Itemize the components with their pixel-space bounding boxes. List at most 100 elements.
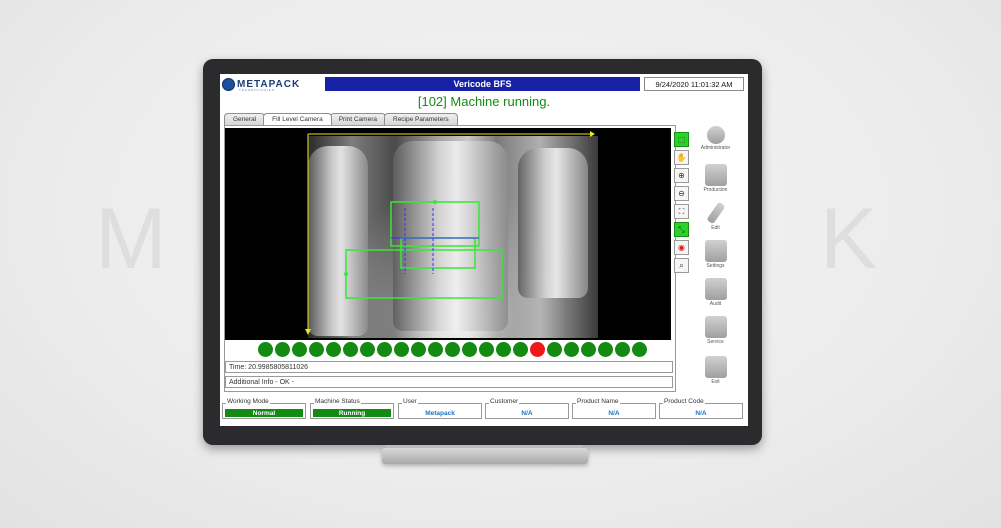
target-button[interactable]: ◉ — [674, 240, 689, 255]
app-title: Vericode BFS — [325, 77, 640, 91]
roi-box-bottom — [345, 249, 503, 299]
indicator-dot-ok — [411, 342, 426, 357]
handle-left — [344, 272, 348, 276]
indicator-dot-ok — [513, 342, 528, 357]
product-code-field: Product Code N/A — [659, 398, 743, 419]
machine-status-message: [102] Machine running. — [417, 94, 551, 109]
logo-mark-icon — [222, 77, 235, 91]
sidebar-item-edit[interactable]: Edit — [688, 201, 743, 231]
machine-status-value: Running — [313, 409, 391, 417]
datetime: 9/24/2020 11:01:32 AM — [644, 77, 744, 91]
indicator-dot-ok — [479, 342, 494, 357]
indicator-dot-ok — [394, 342, 409, 357]
indicator-dot-ok — [258, 342, 273, 357]
indicator-dot-ok — [462, 342, 477, 357]
user-value: Metapack — [425, 409, 455, 417]
machine-status-field: Machine Status Running — [310, 398, 394, 419]
indicator-dot-fail — [530, 342, 545, 357]
product-name-value: N/A — [608, 409, 620, 417]
working-mode-value: Normal — [225, 409, 303, 417]
indicator-dot-ok — [445, 342, 460, 357]
sidebar-label: Audit — [709, 301, 722, 307]
customer-value: N/A — [521, 409, 533, 417]
camera-view[interactable] — [225, 128, 671, 340]
audit-icon — [704, 278, 727, 300]
indicator-dot-ok — [377, 342, 392, 357]
sidebar-label: Production — [703, 187, 728, 193]
exit-icon — [704, 356, 727, 378]
working-mode-field: Working Mode Normal — [222, 398, 306, 419]
target-icon: ◉ — [678, 243, 685, 252]
sidebar-item-administrator[interactable]: Administrator — [688, 126, 743, 151]
production-icon — [704, 164, 727, 186]
y-axis-arrow — [305, 329, 311, 335]
zoom-in-button[interactable]: ⊕ — [674, 168, 689, 183]
sidebar-item-service[interactable]: Service — [688, 316, 743, 345]
indicator-dot-ok — [547, 342, 562, 357]
tab-fill-level-camera[interactable]: Fill Level Camera — [263, 113, 332, 125]
inspection-overlay — [305, 131, 595, 335]
product-code-value: N/A — [695, 409, 707, 417]
indicator-dot-ok — [292, 342, 307, 357]
customer-label: Customer — [489, 398, 520, 405]
sidebar-label: Edit — [711, 225, 720, 231]
zoom-in-icon: ⊕ — [678, 171, 685, 180]
zoom-out-icon: ⊖ — [678, 189, 685, 198]
settings-icon — [704, 240, 727, 262]
time-field: Time: 20.9985805811026 — [225, 361, 673, 373]
zoom-reset-button[interactable]: ⌕ — [674, 258, 689, 273]
indicator-dot-ok — [615, 342, 630, 357]
monitor-base — [382, 448, 588, 464]
working-mode-label: Working Mode — [226, 398, 270, 405]
tab-general[interactable]: General — [224, 113, 266, 125]
hand-icon: ✋ — [676, 153, 687, 162]
user-field: User Metapack — [398, 398, 482, 419]
indicator-dot-ok — [496, 342, 511, 357]
indicator-dot-ok — [309, 342, 324, 357]
indicator-dot-ok — [632, 342, 647, 357]
user-label: User — [402, 398, 418, 405]
zoom-reset-icon: ⌕ — [679, 260, 684, 270]
sidebar-item-settings[interactable]: Settings — [688, 240, 743, 269]
fit-button[interactable]: ⛶ — [674, 204, 689, 219]
pencil-icon — [705, 201, 726, 225]
tab-recipe-parameters[interactable]: Recipe Parameters — [384, 113, 458, 125]
sidebar-label: Exit — [711, 379, 720, 385]
indicator-dot-ok — [275, 342, 290, 357]
sidebar-item-exit[interactable]: Exit — [688, 356, 743, 385]
customer-field: Customer N/A — [485, 398, 569, 419]
machine-status-label: Machine Status — [314, 398, 361, 405]
sidebar-label: Administrator — [700, 145, 731, 151]
resize-tool-button[interactable]: ⤡ — [674, 222, 689, 237]
indicator-dot-ok — [343, 342, 358, 357]
product-name-field: Product Name N/A — [572, 398, 656, 419]
watermark-right: K — [820, 191, 884, 287]
tab-bar: General Fill Level Camera Print Camera R… — [224, 113, 458, 125]
user-icon — [706, 126, 725, 144]
logo: METAPACK TECHNOLOGIES — [222, 76, 322, 92]
select-tool-button[interactable]: ⬚ — [674, 132, 689, 147]
sidebar-label: Settings — [706, 263, 725, 269]
indicator-dot-ok — [581, 342, 596, 357]
roi-box-top — [390, 201, 480, 247]
indicator-dot-ok — [360, 342, 375, 357]
status-bar: Working Mode Normal Machine Status Runni… — [222, 397, 746, 423]
sidebar-label: Service — [707, 339, 724, 345]
pan-tool-button[interactable]: ✋ — [674, 150, 689, 165]
watermark-left: M — [95, 191, 173, 287]
additional-info-field: Additional Info - OK - — [225, 376, 673, 388]
hmi-screen: METAPACK TECHNOLOGIES Vericode BFS 9/24/… — [220, 74, 748, 426]
sidebar-item-production[interactable]: Production — [688, 164, 743, 193]
tab-print-camera[interactable]: Print Camera — [329, 113, 386, 125]
fit-icon: ⛶ — [678, 206, 685, 216]
product-name-label: Product Name — [576, 398, 620, 405]
indicator-dot-ok — [428, 342, 443, 357]
inspection-result-indicators — [258, 342, 647, 357]
select-icon: ⬚ — [677, 135, 686, 144]
product-code-label: Product Code — [663, 398, 705, 405]
roi-box-middle — [400, 237, 476, 269]
zoom-out-button[interactable]: ⊖ — [674, 186, 689, 201]
handle-top — [433, 200, 437, 204]
logo-subtext: TECHNOLOGIES — [239, 88, 275, 92]
sidebar-item-audit[interactable]: Audit — [688, 278, 743, 307]
